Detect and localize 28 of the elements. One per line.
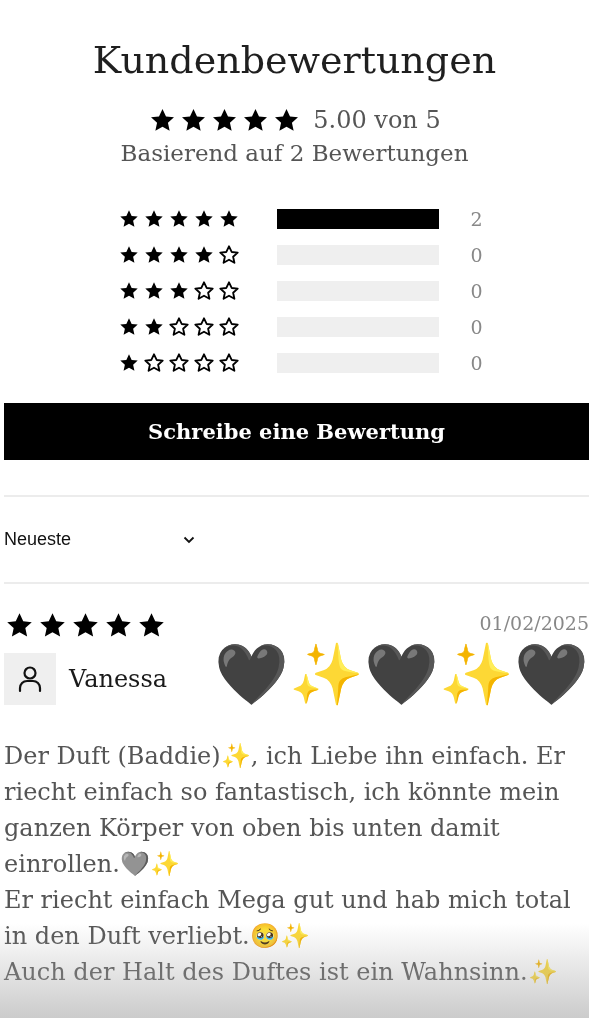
star-outline-icon [218,280,241,302]
review-count: Basierend auf 2 Bewertungen [120,139,469,168]
star-outline-icon [218,352,241,374]
review-text: Der Duft (Baddie)✨, ich Liebe ihn einfach. Er riecht einfach so fantastisch, ich könnte mein ganzen Körper von oben bis unten damit einrollen.🩶✨ [4,741,567,880]
rating-count: 2 [470,208,483,230]
review-text: Er riecht einfach Mega gut und hab mich total in den Duft verliebt.🥹✨ [4,885,572,952]
star-outline-icon [193,352,216,374]
star-outline-icon [143,352,166,374]
sort-dropdown[interactable]: Neueste [4,526,196,553]
rating-count: 0 [470,316,483,338]
average-rating: 5.00 von 5 [313,105,441,136]
star-outline-icon [218,244,241,266]
review-date: 01/02/2025 [479,611,589,636]
page-title: Kundenbewertungen [92,37,497,84]
write-review-button[interactable]: Schreibe eine Bewertung [4,403,589,460]
review-text: Auch der Halt des Duftes ist ein Wahnsinn.✨ [4,957,559,988]
rating-count: 0 [470,352,483,374]
review-title: 🖤✨🖤✨🖤 [214,638,589,710]
chevron-down-icon [183,535,196,544]
star-outline-icon [193,280,216,302]
rating-count: 0 [470,280,483,302]
star-outline-icon [218,316,241,338]
rating-count: 0 [470,244,483,266]
reviewer-name: Vanessa [69,664,168,695]
star-outline-icon [168,316,191,338]
star-outline-icon [168,352,191,374]
star-outline-icon [193,316,216,338]
user-icon [17,665,43,693]
